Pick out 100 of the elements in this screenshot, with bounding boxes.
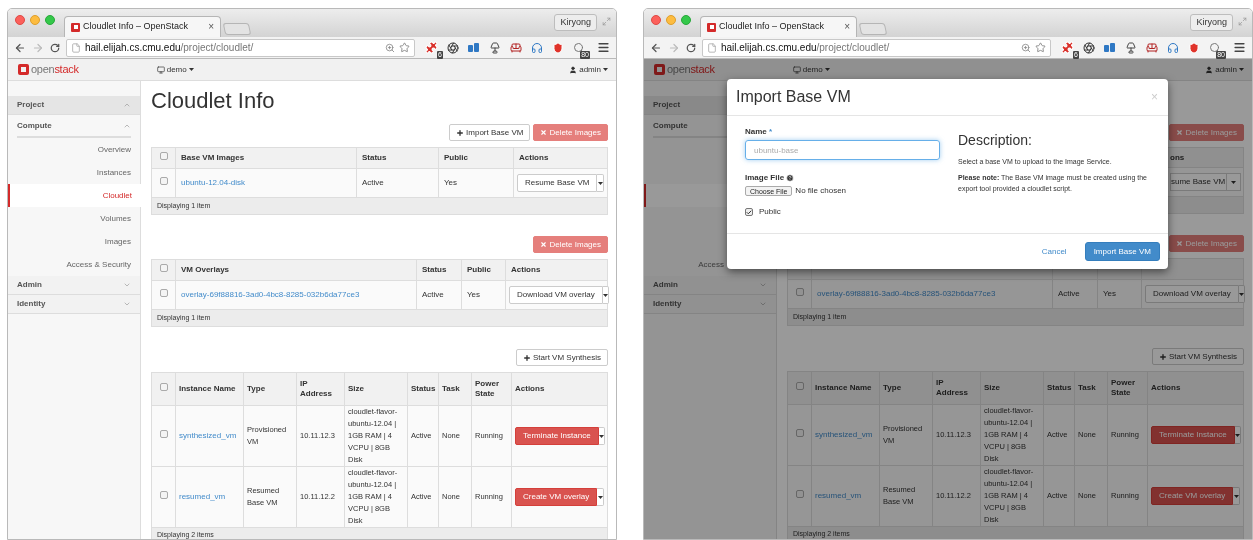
column-header[interactable]: Status	[1043, 371, 1075, 405]
column-header[interactable]: Instance Name	[811, 371, 880, 405]
bookmark-star-icon[interactable]	[399, 42, 410, 53]
zoom-icon[interactable]	[385, 42, 395, 53]
lamp-icon[interactable]	[489, 41, 501, 54]
name-link[interactable]: synthesized_vm	[179, 431, 237, 440]
sidebar-section[interactable]: Identity	[8, 295, 140, 314]
dropdown-toggle[interactable]	[598, 427, 605, 445]
checkbox[interactable]	[159, 289, 168, 297]
sidebar-item[interactable]: Instances	[8, 161, 140, 184]
checkbox[interactable]	[745, 208, 753, 216]
headphones-icon[interactable]	[1167, 41, 1179, 54]
column-header[interactable]: IP Address	[932, 371, 981, 405]
column-header[interactable]: Public	[438, 147, 514, 169]
zoom-window-icon[interactable]	[45, 15, 55, 25]
reload-icon[interactable]	[685, 42, 696, 53]
column-header[interactable]: VM Overlays	[175, 259, 417, 281]
row-action-button[interactable]: Create VM overlay	[1151, 487, 1234, 505]
project-dropdown[interactable]: demo	[156, 63, 194, 76]
column-header[interactable]: Power State	[1107, 371, 1148, 405]
back-icon[interactable]	[14, 41, 26, 54]
profile-button[interactable]: Kiryong	[554, 14, 597, 31]
row-action-button[interactable]: Resume Base VM	[517, 174, 598, 192]
profile-button[interactable]: Kiryong	[1190, 14, 1233, 31]
checkbox[interactable]	[159, 383, 168, 391]
column-header[interactable]: Size	[980, 371, 1044, 405]
checkbox[interactable]	[795, 288, 804, 296]
sidebar-item[interactable]: Overview	[8, 138, 140, 161]
column-header[interactable]: Actions	[505, 259, 608, 281]
sidebar-section[interactable]: Admin	[8, 276, 140, 295]
name-link[interactable]: ubuntu-12.04-disk	[181, 178, 246, 187]
column-header[interactable]: Status	[407, 372, 439, 406]
column-header[interactable]: Instance Name	[175, 372, 244, 406]
project-dropdown[interactable]: demo	[792, 63, 830, 76]
checkbox[interactable]	[159, 430, 168, 438]
dropdown-toggle[interactable]	[1233, 487, 1240, 505]
sidebar-item[interactable]: Volumes	[8, 207, 140, 230]
column-header[interactable]: Actions	[1147, 371, 1244, 405]
url-field[interactable]: hail.elijah.cs.cmu.edu/project/cloudlet/	[701, 38, 1051, 57]
action-button[interactable]: Start VM Synthesis	[1151, 348, 1244, 365]
column-header[interactable]: Size	[344, 372, 408, 406]
camera-lens-icon[interactable]	[447, 41, 459, 54]
sidebar-group[interactable]: Compute	[17, 115, 131, 138]
checkbox[interactable]	[795, 382, 804, 390]
import-button[interactable]: Import Base VM	[1084, 242, 1160, 261]
browser-tab[interactable]: Cloudlet Info – OpenStack ×	[700, 16, 857, 37]
sidebar-item[interactable]: Access & Security	[8, 253, 140, 276]
dropdown-toggle[interactable]	[1227, 173, 1241, 191]
checkbox[interactable]	[159, 264, 168, 272]
row-action-button[interactable]: sume Base VM	[1170, 173, 1227, 191]
column-header[interactable]: Status	[416, 259, 462, 281]
lamp-icon[interactable]	[1125, 41, 1137, 54]
bookmark-star-icon[interactable]	[1035, 42, 1046, 53]
column-header[interactable]: Power State	[471, 372, 512, 406]
sofa-icon[interactable]	[510, 41, 522, 54]
checkbox[interactable]	[159, 491, 168, 499]
zoom-icon[interactable]	[1021, 42, 1031, 53]
shield-icon[interactable]	[1188, 41, 1200, 54]
row-action-button[interactable]: Create VM overlay	[515, 488, 598, 506]
name-link[interactable]: resumed_vm	[179, 492, 226, 501]
extension-icon[interactable]	[1104, 42, 1116, 53]
back-icon[interactable]	[650, 41, 662, 54]
url-field[interactable]: hail.elijah.cs.cmu.edu/project/cloudlet/	[65, 38, 415, 57]
column-header[interactable]: IP Address	[296, 372, 345, 406]
checkbox[interactable]	[159, 152, 168, 160]
sofa-icon[interactable]	[1146, 41, 1158, 54]
column-header[interactable]: Type	[879, 371, 933, 405]
user-dropdown[interactable]: admin	[1205, 63, 1244, 76]
row-action-button[interactable]: Download VM overlay	[509, 286, 603, 304]
zoom-window-icon[interactable]	[681, 15, 691, 25]
checkbox[interactable]	[795, 490, 804, 498]
close-window-icon[interactable]	[15, 15, 25, 25]
close-tab-button[interactable]: ×	[208, 22, 214, 32]
sidebar-item[interactable]: Images	[8, 230, 140, 253]
dropdown-toggle[interactable]	[1234, 426, 1241, 444]
name-link[interactable]: overlay-69f88816-3ad0-4bc8-8285-032b6da77ce3	[181, 290, 360, 299]
dropdown-toggle[interactable]	[597, 174, 604, 192]
sidebar-item[interactable]: Cloudlet	[8, 184, 141, 207]
camera-lens-icon[interactable]	[1083, 41, 1095, 54]
column-header[interactable]: Base VM Images	[175, 147, 357, 169]
column-header[interactable]: Task	[438, 372, 472, 406]
name-field[interactable]: ubuntu-base	[745, 140, 940, 160]
close-tab-button[interactable]: ×	[844, 22, 850, 32]
headphones-icon[interactable]	[531, 41, 543, 54]
row-action-button[interactable]: Download VM overlay	[1145, 285, 1239, 303]
column-header[interactable]: Public	[461, 259, 506, 281]
user-dropdown[interactable]: admin	[569, 63, 608, 76]
row-action-button[interactable]: Terminate Instance	[1151, 426, 1235, 444]
dropdown-toggle[interactable]	[1238, 285, 1245, 303]
browser-tab[interactable]: Cloudlet Info – OpenStack ×	[64, 16, 221, 37]
dropdown-toggle[interactable]	[602, 286, 609, 304]
shield-icon[interactable]	[552, 41, 564, 54]
checkbox[interactable]	[795, 429, 804, 437]
column-header[interactable]: Actions	[511, 372, 608, 406]
help-icon[interactable]	[786, 174, 795, 182]
sidebar-section[interactable]: Project	[8, 96, 140, 115]
extension-icon[interactable]	[468, 42, 480, 53]
menu-icon[interactable]	[1233, 41, 1246, 54]
column-header[interactable]: Actions	[513, 147, 608, 169]
cancel-link[interactable]: Cancel	[1041, 245, 1067, 258]
